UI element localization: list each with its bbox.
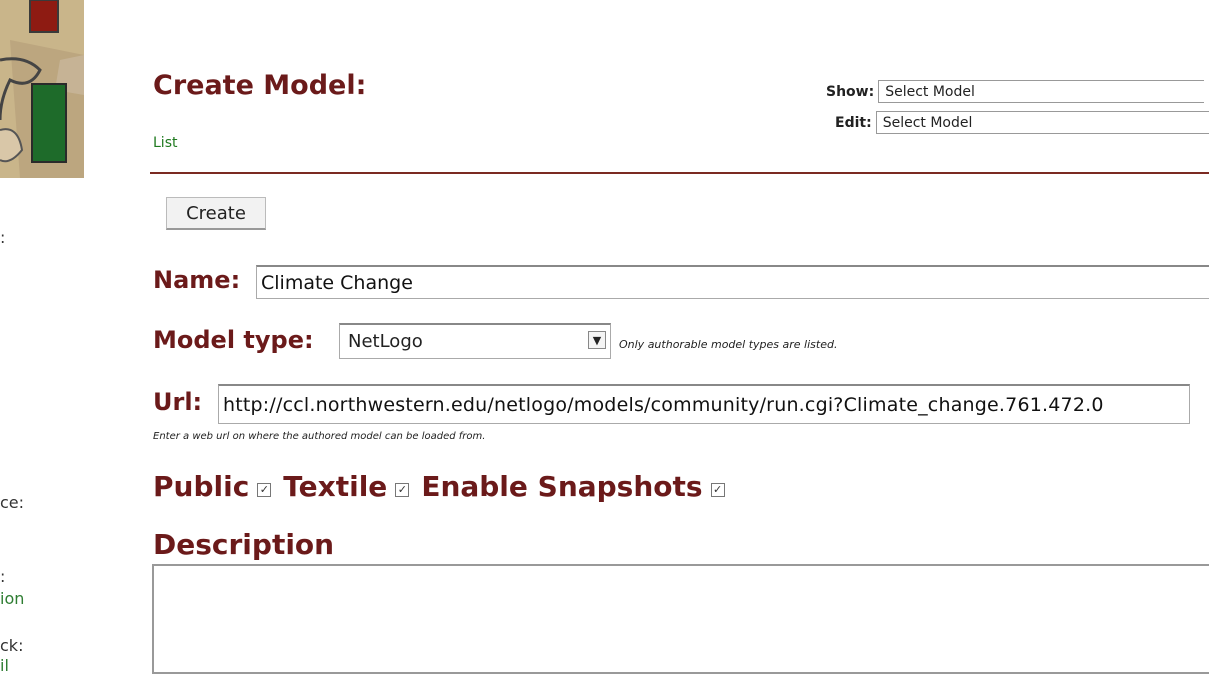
sidebar-link-fragment[interactable]: ion xyxy=(0,589,24,608)
edit-model-select[interactable]: Select Model xyxy=(875,111,1209,134)
name-label: Name: xyxy=(153,266,241,294)
sidebar-link-fragment[interactable]: il xyxy=(0,656,9,675)
list-link[interactable]: List xyxy=(153,135,177,151)
model-type-value: NetLogo xyxy=(348,331,423,352)
options-row: Public ✓ Textile ✓ Enable Snapshots ✓ xyxy=(153,470,737,503)
url-hint: Enter a web url on where the authored mo… xyxy=(153,431,486,442)
description-textarea[interactable] xyxy=(152,564,1209,674)
chevron-down-icon[interactable]: ▼ xyxy=(588,331,606,349)
url-label: Url: xyxy=(153,388,203,416)
sidebar-fragment: : xyxy=(0,567,6,586)
edit-select-row: Edit: Select Model xyxy=(835,111,1209,134)
model-type-label: Model type: xyxy=(153,326,314,354)
show-label: Show: xyxy=(826,83,875,100)
show-select-row: Show: Select Model xyxy=(826,80,1205,103)
header-divider xyxy=(150,172,1209,174)
snapshots-label: Enable Snapshots xyxy=(421,470,703,503)
name-input[interactable]: Climate Change xyxy=(256,265,1209,299)
sidebar-fragment: ce: xyxy=(0,493,25,512)
description-label: Description xyxy=(153,528,335,561)
edit-label: Edit: xyxy=(835,114,872,131)
url-input[interactable]: http://ccl.northwestern.edu/netlogo/mode… xyxy=(218,384,1190,424)
sidebar-fragment: : xyxy=(0,228,6,247)
model-type-select[interactable]: NetLogo ▼ xyxy=(339,323,611,359)
public-label: Public xyxy=(153,470,250,503)
sidebar-fragment: ck: xyxy=(0,636,24,655)
create-button[interactable]: Create xyxy=(166,197,266,230)
show-model-select[interactable]: Select Model xyxy=(878,80,1205,103)
public-checkbox[interactable]: ✓ xyxy=(257,482,272,497)
page-title: Create Model: xyxy=(153,70,367,101)
enable-snapshots-checkbox[interactable]: ✓ xyxy=(710,482,725,497)
site-logo xyxy=(0,0,84,178)
model-type-hint: Only authorable model types are listed. xyxy=(619,338,838,351)
textile-label: Textile xyxy=(283,470,388,503)
textile-checkbox[interactable]: ✓ xyxy=(395,482,410,497)
